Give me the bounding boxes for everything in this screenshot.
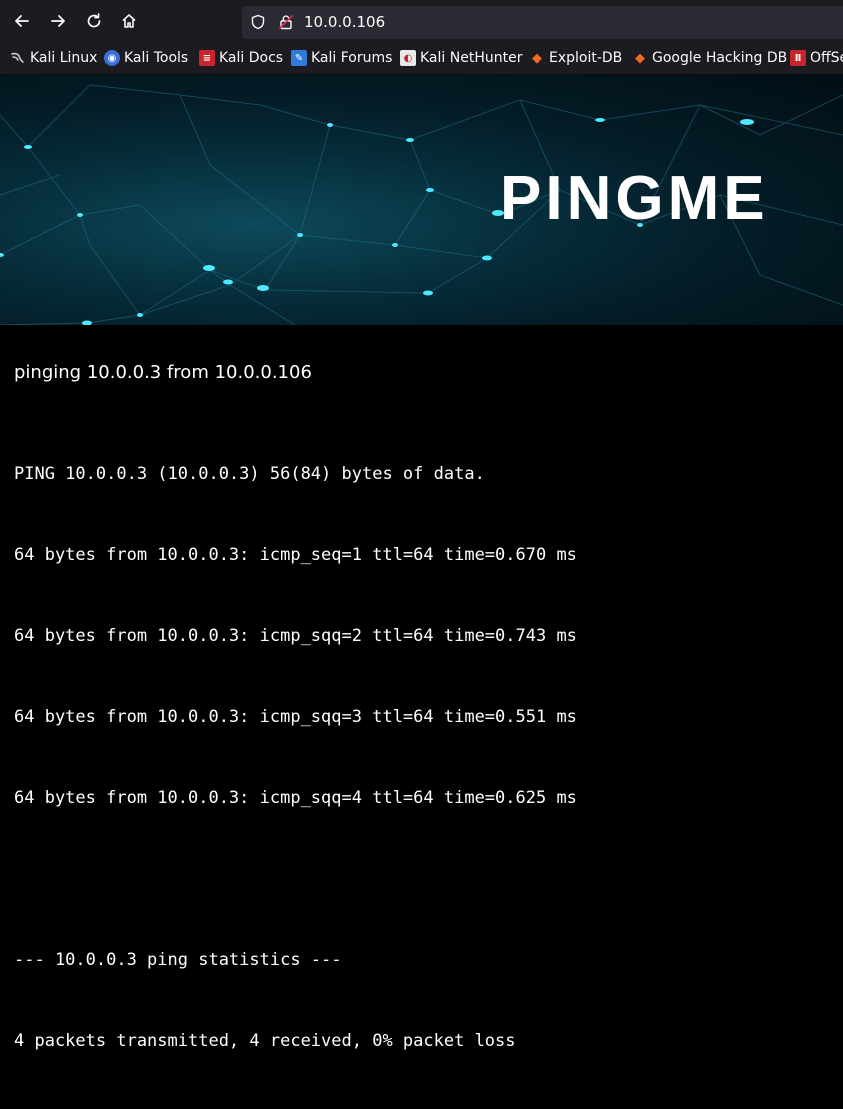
bookmarks-bar: Kali Linux ◉ Kali Tools ≡ Kali Docs ✎ Ka…	[0, 46, 843, 75]
bookmark-kali-nethunter[interactable]: ◐ Kali NetHunter	[400, 50, 522, 66]
output-line: --- 10.0.0.3 ping statistics ---	[14, 950, 342, 970]
shield-icon[interactable]	[250, 14, 266, 34]
bookmark-label: Kali Forums	[311, 50, 393, 66]
pingme-banner: PINGME	[0, 75, 843, 325]
home-icon	[121, 13, 137, 34]
bookmark-google-hacking-db[interactable]: ◆ Google Hacking DB	[632, 50, 787, 66]
bookmark-label: Kali Tools	[124, 50, 189, 66]
output-line: 64 bytes from 10.0.0.3: icmp_sqq=2 ttl=6…	[14, 626, 577, 646]
offsec-icon: Ⅱ	[790, 50, 806, 66]
reload-button[interactable]	[80, 9, 108, 37]
url-bar[interactable]: 10.0.0.106	[242, 6, 843, 39]
output-line: 64 bytes from 10.0.0.3: icmp_seq=1 ttl=6…	[14, 545, 577, 565]
kali-docs-icon: ≡	[199, 50, 215, 66]
banner-title: PINGME	[500, 164, 769, 233]
exploit-db-icon: ◆	[532, 50, 542, 66]
home-button[interactable]	[115, 9, 143, 37]
bookmark-label: Google Hacking DB	[652, 50, 788, 66]
output-line: 4 packets transmitted, 4 received, 0% pa…	[14, 1031, 516, 1051]
bookmark-kali-tools[interactable]: ◉ Kali Tools	[104, 50, 188, 66]
kali-tools-icon: ◉	[104, 50, 120, 66]
output-line: 64 bytes from 10.0.0.3: icmp_sqq=4 ttl=6…	[14, 788, 577, 808]
ghdb-icon: ◆	[635, 50, 645, 66]
output-line: PING 10.0.0.3 (10.0.0.3) 56(84) bytes of…	[14, 464, 485, 484]
ping-output: PING 10.0.0.3 (10.0.0.3) 56(84) bytes of…	[14, 407, 577, 1109]
bookmark-kali-forums[interactable]: ✎ Kali Forums	[291, 50, 392, 66]
insecure-lock-icon[interactable]	[278, 14, 294, 34]
kali-nethunter-icon: ◐	[400, 50, 416, 66]
output-line: 64 bytes from 10.0.0.3: icmp_sqq=3 ttl=6…	[14, 707, 577, 727]
forward-button[interactable]	[44, 9, 72, 37]
ping-heading: pinging 10.0.0.3 from 10.0.0.106	[14, 362, 312, 383]
bookmark-label: Kali Docs	[219, 50, 284, 66]
bookmark-label: Kali NetHunter	[420, 50, 523, 66]
arrow-left-icon	[14, 13, 30, 34]
bookmark-label: Kali Linux	[30, 50, 98, 66]
bookmark-label: Exploit-DB	[549, 50, 623, 66]
bookmark-kali-linux[interactable]: Kali Linux	[10, 50, 97, 66]
back-button[interactable]	[8, 9, 36, 37]
bookmark-exploit-db[interactable]: ◆ Exploit-DB	[529, 50, 622, 66]
reload-icon	[86, 12, 102, 34]
kali-dragon-icon	[10, 50, 26, 66]
bookmark-label: OffSe	[810, 50, 843, 66]
bookmark-kali-docs[interactable]: ≡ Kali Docs	[199, 50, 283, 66]
kali-forums-icon: ✎	[291, 50, 307, 66]
arrow-right-icon	[50, 13, 66, 34]
bookmark-offsec[interactable]: Ⅱ OffSe	[790, 50, 843, 66]
url-text: 10.0.0.106	[304, 13, 386, 31]
browser-toolbar: 10.0.0.106	[0, 0, 843, 46]
